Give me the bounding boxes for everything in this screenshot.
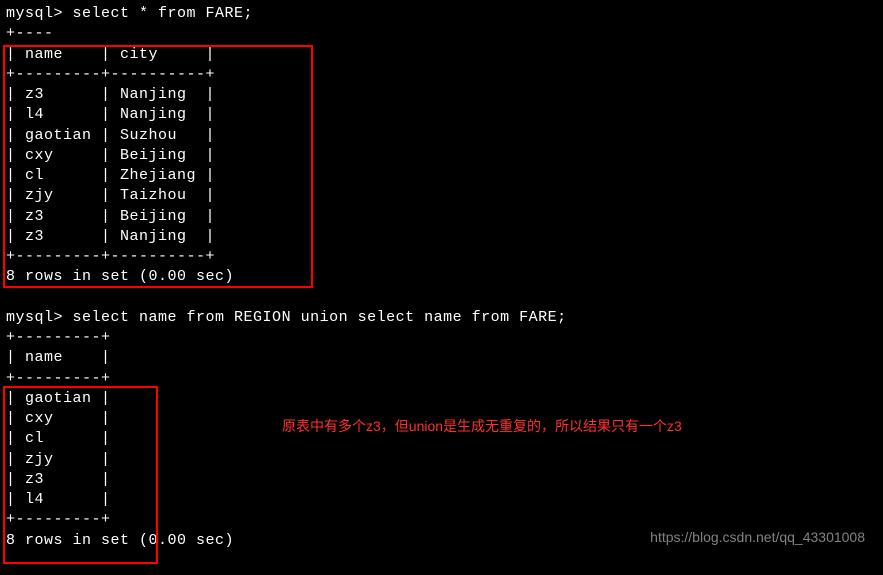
query1-sep-top: +---------+----------+ (6, 65, 877, 85)
mysql-prompt: mysql> (6, 309, 63, 326)
watermark: https://blog.csdn.net/qq_43301008 (650, 528, 865, 547)
query1-prompt-line: mysql> select * from FARE; (6, 4, 877, 24)
table-row: | gaotian | Suzhou | (6, 126, 877, 146)
query1-header-row: | name | city | (6, 45, 877, 65)
table-row: | cl | Zhejiang | (6, 166, 877, 186)
blank-line (6, 288, 877, 308)
table-row: | z3 | Beijing | (6, 207, 877, 227)
table-row: | z3 | Nanjing | (6, 227, 877, 247)
query2-prompt-line: mysql> select name from REGION union sel… (6, 308, 877, 328)
table-row: | cxy | Beijing | (6, 146, 877, 166)
query2-header-row: | name | (6, 348, 877, 368)
table-row: | l4 | (6, 490, 877, 510)
mysql-prompt: mysql> (6, 5, 63, 22)
query1-sql: select * from FARE; (73, 5, 254, 22)
query1-top-cut: +---- (6, 24, 877, 44)
query2-sep-mid: +---------+ (6, 369, 877, 389)
query1-sep-bottom: +---------+----------+ (6, 247, 877, 267)
query2-sep-top: +---------+ (6, 328, 877, 348)
table-row: | zjy | Taizhou | (6, 186, 877, 206)
table-row: | z3 | Nanjing | (6, 85, 877, 105)
table-row: | zjy | (6, 450, 877, 470)
query2-sql: select name from REGION union select nam… (73, 309, 567, 326)
annotation-text: 原表中有多个z3，但union是生成无重复的，所以结果只有一个z3 (282, 417, 682, 436)
table-row: | gaotian | (6, 389, 877, 409)
table-row: | l4 | Nanjing | (6, 105, 877, 125)
query1-footer: 8 rows in set (0.00 sec) (6, 267, 877, 287)
table-row: | z3 | (6, 470, 877, 490)
